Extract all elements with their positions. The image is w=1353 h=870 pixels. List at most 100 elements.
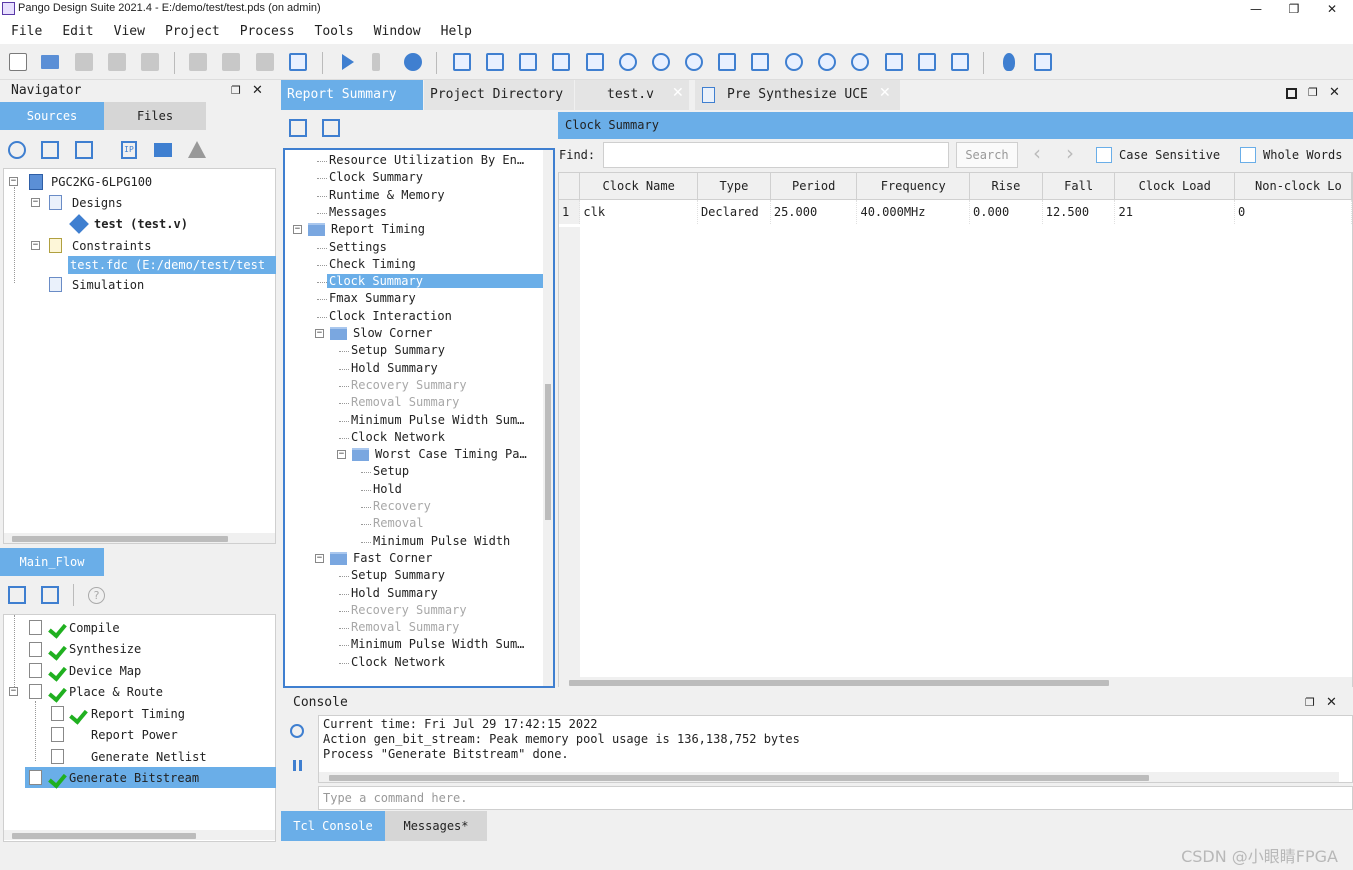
report-tree-item[interactable]: Setup Summary [351,343,445,357]
collapse-all-icon[interactable] [41,586,59,604]
menu-view[interactable]: View [114,24,145,39]
flow-step-compile[interactable]: Compile [69,621,120,635]
float-panel-icon[interactable]: ❐ [1305,696,1315,709]
cut-icon[interactable] [189,53,207,71]
report-tree-item[interactable]: Setup Summary [351,568,445,582]
report-tree-item[interactable]: Removal Summary [351,395,459,409]
designs-node[interactable]: Designs [72,196,123,210]
collapse-toggle[interactable]: − [31,241,40,250]
tab-project-directory[interactable]: Project Directory [424,80,574,110]
refresh-icon[interactable] [619,53,637,71]
report-tree-item[interactable]: Minimum Pulse Width Sum… [351,637,524,651]
report-tree-item[interactable]: Hold [373,482,402,496]
report-tree-item[interactable]: Clock Summary [327,274,547,289]
report-tree-item[interactable]: Fmax Summary [329,291,416,305]
search-button[interactable]: Search [956,142,1018,168]
tab-sources[interactable]: Sources [0,102,104,130]
flow-step-device-map[interactable]: Device Map [69,664,141,678]
scrollbar-thumb[interactable] [329,775,1149,781]
expand-all-icon[interactable] [8,586,26,604]
report-tree-item[interactable]: Removal [373,516,424,530]
save-all-icon[interactable] [108,53,126,71]
column-header-period[interactable]: Period [770,173,858,200]
report-tree-item[interactable]: Fast Corner [353,551,432,565]
device-icon[interactable] [751,53,769,71]
cell-frequency[interactable]: 40.000MHz [856,199,971,224]
report-tree-item[interactable]: Clock Summary [329,170,423,184]
close-panel-icon[interactable]: ✕ [1326,695,1337,710]
device-name[interactable]: PGC2KG-6LPG100 [51,175,152,189]
case-sensitive-checkbox[interactable] [1096,147,1112,163]
flow-step-report-timing[interactable]: Report Timing [91,707,185,721]
table-icon[interactable] [586,53,604,71]
report-tree-item[interactable]: Clock Interaction [329,309,452,323]
menu-edit[interactable]: Edit [62,24,93,39]
scrollbar-thumb[interactable] [545,384,551,520]
column-header-clock-name[interactable]: Clock Name [579,173,698,200]
flow-step-report-power[interactable]: Report Power [91,728,178,742]
cell-type[interactable]: Declared [697,199,771,224]
design-file-test[interactable]: test (test.v) [94,217,188,231]
horizontal-scrollbar[interactable] [319,772,1339,782]
tab-report-summary[interactable]: Report Summary [281,80,423,110]
cell-non-clock-load[interactable]: 0 [1234,199,1352,224]
cell-clock-name[interactable]: clk [579,199,698,224]
menu-project[interactable]: Project [165,24,220,39]
find-icon[interactable] [289,53,307,71]
menu-file[interactable]: File [11,24,42,39]
command-input[interactable] [318,786,1353,810]
report-tree-item[interactable]: Resource Utilization By En… [329,153,524,167]
close-panel-icon[interactable]: ✕ [252,83,263,98]
save-icon[interactable] [75,53,93,71]
menu-window[interactable]: Window [374,24,421,39]
report-tree-item[interactable]: Worst Case Timing Pa… [375,447,527,461]
column-header-clock-load[interactable]: Clock Load [1114,173,1236,200]
scrollbar-thumb[interactable] [12,833,196,839]
table-row[interactable]: 1 clk Declared 25.000 40.000MHz 0.000 12… [559,199,1352,224]
menu-process[interactable]: Process [240,24,295,39]
scrollbar-thumb[interactable] [12,536,228,542]
run-icon[interactable] [342,54,354,70]
copy-icon[interactable] [222,53,240,71]
report-tree-item[interactable]: Clock Network [351,430,445,444]
tech-viewer-icon[interactable] [552,53,570,71]
cell-clock-load[interactable]: 21 [1114,199,1236,224]
report-tree-item[interactable]: Removal Summary [351,620,459,634]
search-icon[interactable] [8,141,26,159]
collapse-toggle[interactable]: − [9,177,18,186]
pause-icon[interactable] [293,760,302,771]
vertical-scrollbar[interactable] [543,150,553,686]
waveform-icon[interactable] [685,53,703,71]
horizontal-scrollbar[interactable] [4,830,275,840]
report-tree-item[interactable]: Hold Summary [351,361,438,375]
add-folder-icon[interactable] [154,143,172,157]
report-tree-item[interactable]: Hold Summary [351,586,438,600]
clock-icon[interactable] [652,53,670,71]
collapse-all-icon[interactable] [75,141,93,159]
collapse-toggle[interactable]: − [31,198,40,207]
restore-button[interactable]: ❐ [1275,0,1313,18]
tab-messages[interactable]: Messages* [385,811,487,841]
column-header-frequency[interactable]: Frequency [856,173,971,200]
rtl-viewer-icon[interactable] [519,53,537,71]
close-tab-icon[interactable]: ✕ [879,85,891,101]
edit-doc-icon[interactable] [453,53,471,71]
report-tree-item[interactable]: Minimum Pulse Width [373,534,510,548]
open-folder-icon[interactable] [41,55,59,69]
float-panel-icon[interactable]: ❐ [1308,86,1318,99]
cell-period[interactable]: 25.000 [770,199,858,224]
ip-compiler-icon[interactable] [851,53,869,71]
collapse-toggle[interactable]: − [337,450,346,460]
tips-bulb-icon[interactable] [1003,53,1015,71]
tab-files[interactable]: Files [104,102,206,130]
close-tab-icon[interactable]: ✕ [672,85,684,101]
minimize-button[interactable]: — [1237,0,1275,18]
expand-all-icon[interactable] [41,141,59,159]
flow-step-generate-bitstream[interactable]: Generate Bitstream [69,771,199,785]
collapse-toggle[interactable]: − [315,329,324,338]
collapse-all-icon[interactable] [322,119,340,137]
add-ip-icon[interactable]: IP [121,141,137,159]
column-header-type[interactable]: Type [697,173,771,200]
flow-step-generate-netlist[interactable]: Generate Netlist [91,750,207,764]
find-input[interactable] [603,142,949,168]
